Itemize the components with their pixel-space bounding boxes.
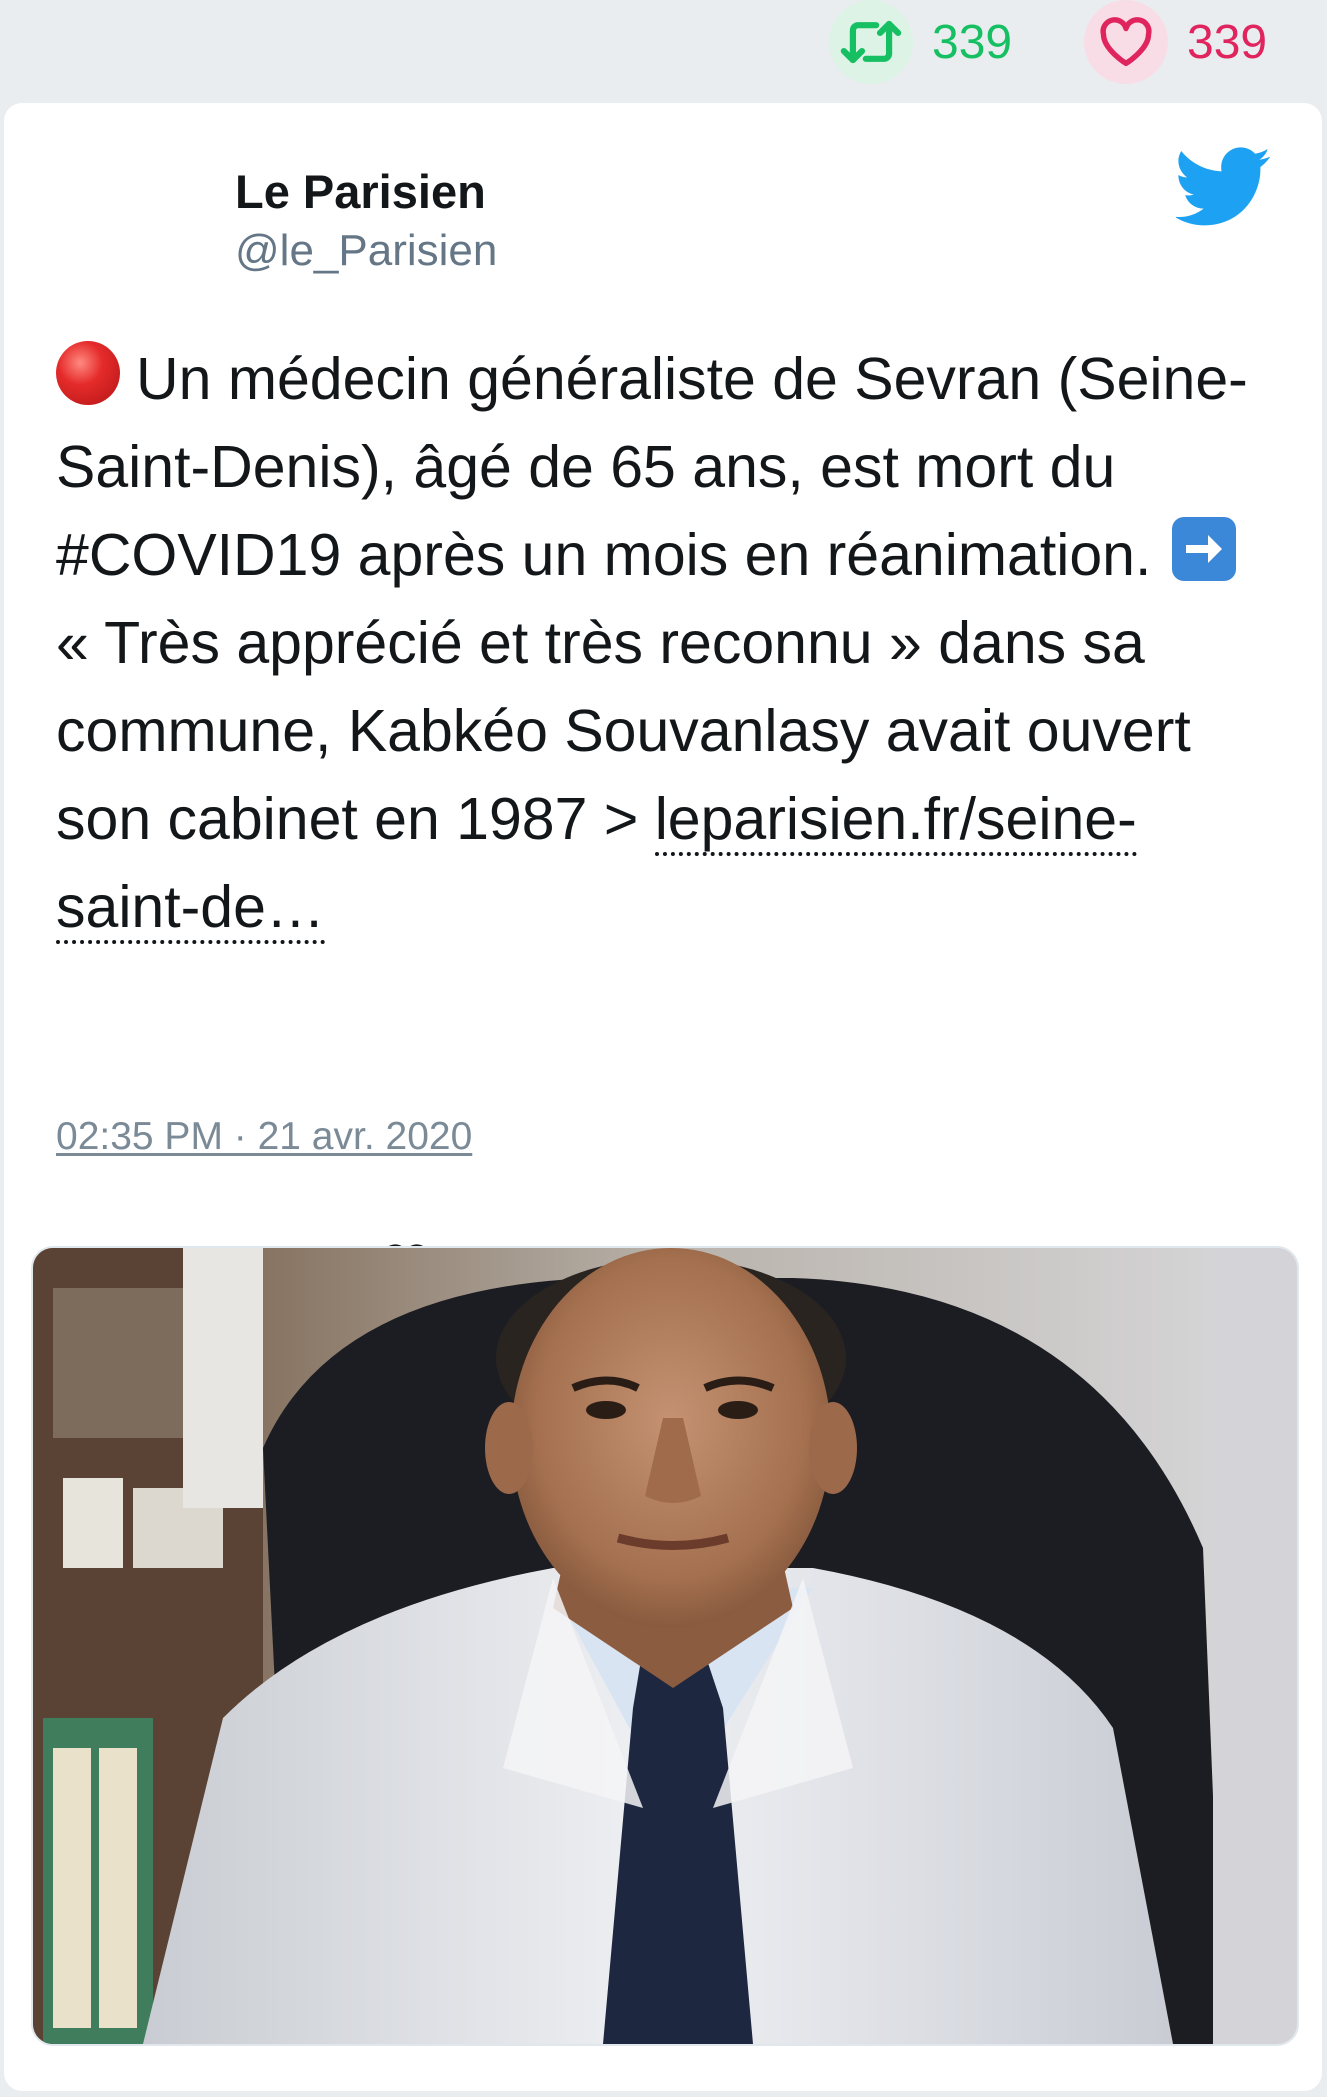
like-stat[interactable]: 339 <box>1084 0 1267 84</box>
tweet-timestamp[interactable]: 02:35 PM · 21 avr. 2020 <box>56 1115 472 1159</box>
tweet-text: Un médecin généraliste de Sevran (Seine-… <box>56 335 1256 951</box>
tweet-photo[interactable] <box>31 1246 1299 2046</box>
retweet-icon <box>829 0 913 84</box>
retweet-count: 339 <box>932 15 1013 69</box>
engagement-stats-bar: 339 339 <box>0 0 1327 100</box>
twitter-bird-icon[interactable] <box>1174 147 1272 227</box>
doctor-portrait-image <box>33 1248 1297 2044</box>
tweet-card: Le Parisien @le_Parisien Un médecin géné… <box>4 103 1322 2091</box>
author-handle[interactable]: @le_Parisien <box>235 226 497 276</box>
heart-icon <box>1084 0 1168 84</box>
retweet-stat[interactable]: 339 <box>829 0 1012 84</box>
right-arrow-emoji-icon <box>1171 517 1236 581</box>
tweet-text-part-1: Un médecin généraliste de Sevran (Seine-… <box>56 346 1248 588</box>
like-count: 339 <box>1187 15 1268 69</box>
author-name[interactable]: Le Parisien <box>235 164 486 219</box>
red-circle-emoji-icon <box>56 341 120 405</box>
